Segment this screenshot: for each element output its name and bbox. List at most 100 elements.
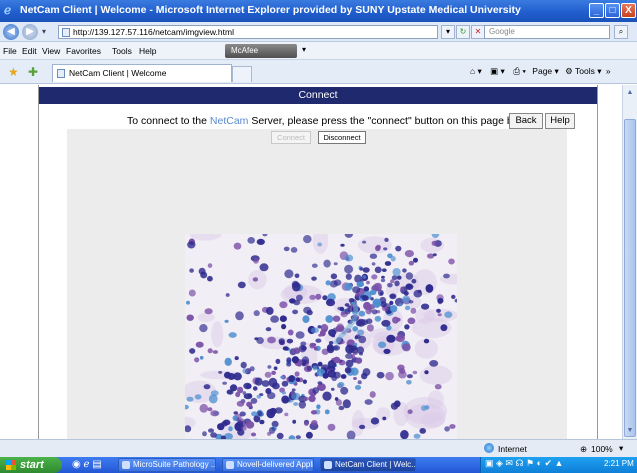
maximize-button[interactable]: □ <box>605 3 620 18</box>
search-input[interactable]: Google <box>484 25 610 39</box>
zoom-dropdown-icon[interactable]: ▾ <box>619 443 623 454</box>
window-title-bar[interactable]: ℯ NetCam Client | Welcome - Microsoft In… <box>0 0 637 22</box>
favorites-star-icon[interactable]: ★ <box>8 65 19 79</box>
menu-view[interactable]: View <box>42 46 60 56</box>
zoom-level[interactable]: 100% <box>591 444 613 454</box>
start-button[interactable]: start <box>0 457 62 473</box>
forward-arrow-icon[interactable]: ▶ <box>22 24 38 40</box>
cell-nucleus <box>253 257 259 264</box>
print-icon[interactable]: ⎙ ▾ <box>513 66 526 76</box>
taskbar-item-netcam[interactable]: NetCam Client | Welc... <box>320 458 416 472</box>
refresh-icon[interactable]: ↻ <box>456 25 470 39</box>
cell-nucleus <box>312 387 319 394</box>
menu-edit[interactable]: Edit <box>22 46 37 56</box>
back-button[interactable]: Back <box>509 113 543 129</box>
cell-nucleus <box>284 269 294 279</box>
quicklaunch-icons[interactable]: ◉ ℯ ▤ <box>72 459 102 470</box>
cell-nucleus <box>396 275 402 280</box>
cell-nucleus <box>237 386 244 394</box>
cell-nucleus <box>366 280 370 285</box>
command-bar: ⌂ ▾ ▣ ▾ ⎙ ▾ Page ▾ ⚙ Tools ▾ » <box>470 66 611 77</box>
address-url: http://139.127.57.116/netcam/imgview.htm… <box>73 27 234 37</box>
gear-icon: ⚙ <box>565 66 573 76</box>
search-go-icon[interactable]: ⌕ <box>614 25 628 39</box>
cell-nucleus <box>294 273 300 279</box>
cell-nucleus <box>302 315 310 323</box>
status-bar: Internet ⊕ 100% ▾ <box>0 439 637 457</box>
cell-nucleus <box>303 396 309 401</box>
add-favorite-icon[interactable]: ✚ <box>28 65 38 79</box>
mcafee-dropdown-icon[interactable]: ▾ <box>302 45 306 54</box>
tray-icons[interactable]: ▣ ◈ ✉ ☊ ⚑ ◐ ✔ ▲ <box>485 458 563 469</box>
cell-nucleus <box>267 365 272 369</box>
menu-favorites[interactable]: Favorites <box>66 46 101 56</box>
app-icon <box>122 461 130 469</box>
address-dropdown-icon[interactable]: ▾ <box>441 25 455 39</box>
taskbar-item-novell[interactable]: Novell-delivered Appli... <box>222 458 314 472</box>
vertical-scrollbar[interactable]: ▲ ▼ <box>622 85 637 439</box>
cell-nucleus <box>210 410 219 417</box>
cell-nucleus <box>315 293 322 300</box>
page-menu[interactable]: Page ▾ <box>532 66 559 76</box>
close-button[interactable]: X <box>621 3 636 18</box>
cell-nucleus <box>334 397 339 401</box>
cell-nucleus <box>366 324 374 332</box>
instruction-brand: NetCam <box>209 115 249 127</box>
menu-file[interactable]: File <box>3 46 17 56</box>
cell-nucleus <box>345 359 354 368</box>
address-input[interactable]: http://139.127.57.116/netcam/imgview.htm… <box>58 25 438 39</box>
scroll-down-icon[interactable]: ▼ <box>624 425 636 437</box>
security-zone: Internet <box>498 444 527 454</box>
taskbar-item-microsuite[interactable]: MicroSuite Pathology ... <box>118 458 216 472</box>
home-icon[interactable]: ⌂ ▾ <box>470 66 482 76</box>
cell-nucleus <box>406 380 412 385</box>
connect-instructions: To connect to the NetCam Server, please … <box>127 115 537 127</box>
cell-nucleus <box>207 275 213 282</box>
tab-netcam-client[interactable]: NetCam Client | Welcome <box>52 64 232 82</box>
cell-nucleus <box>317 381 323 385</box>
cell-nucleus <box>354 385 362 390</box>
cell-nucleus <box>250 432 257 437</box>
menu-tools[interactable]: Tools <box>112 46 132 56</box>
cell-nucleus <box>253 386 258 391</box>
cell-nucleus <box>228 426 233 432</box>
back-arrow-icon[interactable]: ◀ <box>3 24 19 40</box>
help-button[interactable]: Help <box>545 113 575 129</box>
cell-nucleus <box>351 347 358 354</box>
cell-nucleus <box>257 410 263 417</box>
cell-nucleus <box>408 260 415 266</box>
disconnect-button[interactable]: Disconnect <box>318 131 366 144</box>
cell-nucleus <box>380 278 386 283</box>
cell-nucleus <box>324 409 330 415</box>
cell-nucleus <box>369 253 378 259</box>
cell-nucleus <box>402 343 411 352</box>
cell-nucleus <box>389 293 397 300</box>
cell-nucleus <box>384 261 392 266</box>
cell-nucleus <box>279 301 288 309</box>
scroll-thumb[interactable] <box>624 119 636 437</box>
minimize-button[interactable]: _ <box>589 3 604 18</box>
mcafee-toolbar-button[interactable]: McAfee <box>225 44 297 58</box>
taskbar-item-label: NetCam Client | Welc... <box>335 460 416 469</box>
menu-help[interactable]: Help <box>139 46 156 56</box>
history-dropdown-icon[interactable]: ▾ <box>42 27 46 36</box>
tools-menu[interactable]: ⚙ Tools ▾ <box>565 66 601 76</box>
scroll-up-icon[interactable]: ▲ <box>624 87 636 99</box>
cell-nucleus <box>253 310 260 317</box>
cell-nucleus <box>233 242 242 250</box>
instruction-prefix: To connect to the <box>127 115 210 127</box>
cell-nucleus <box>404 305 411 311</box>
cell-nucleus <box>395 245 402 252</box>
connect-button[interactable]: Connect <box>271 131 311 144</box>
stop-icon[interactable]: ✕ <box>471 25 485 39</box>
cell-nucleus <box>280 375 285 379</box>
cell-nucleus <box>221 421 228 427</box>
cell-nucleus <box>317 325 322 329</box>
cell-nucleus <box>405 272 414 280</box>
cell-nucleus <box>448 258 455 265</box>
cell-nucleus <box>371 262 376 266</box>
feeds-icon[interactable]: ▣ ▾ <box>490 66 505 76</box>
cell-nucleus <box>431 240 437 246</box>
new-tab-button[interactable] <box>232 66 252 82</box>
overflow-chevron-icon[interactable]: » <box>606 66 611 76</box>
